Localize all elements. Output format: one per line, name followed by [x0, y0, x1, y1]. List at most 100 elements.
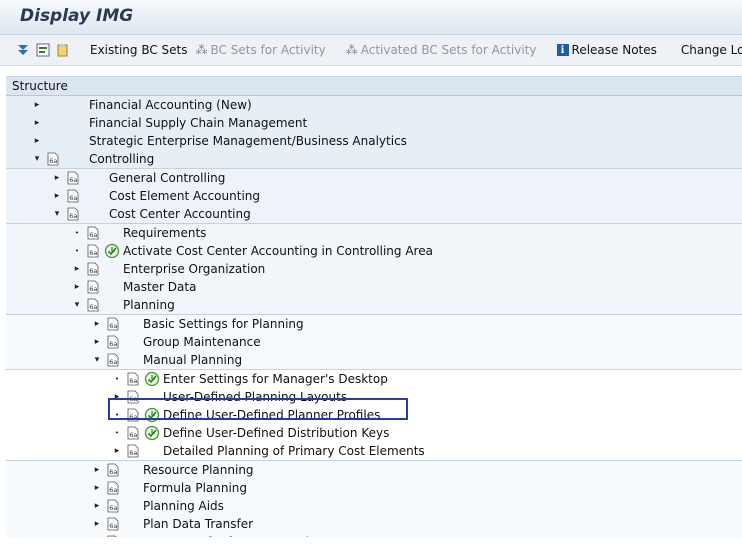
triangle-right-icon[interactable]: ▸ [112, 388, 122, 406]
tree-node-label[interactable]: Data Transfer from External Systems [143, 533, 364, 537]
triangle-right-icon[interactable]: ▸ [92, 461, 102, 479]
img-doc-icon[interactable]: 6a [46, 152, 60, 166]
tree-node[interactable]: ▸ 6a Enterprise Organization [6, 260, 742, 278]
img-doc-icon[interactable]: 6a [106, 335, 120, 349]
img-doc-icon[interactable]: 6a [126, 390, 140, 404]
tree-node-label[interactable]: General Controlling [109, 169, 225, 187]
tree-node-label[interactable]: Enterprise Organization [123, 260, 265, 278]
existing-bc-sets-button[interactable]: Existing BC Sets [86, 39, 192, 61]
triangle-right-icon[interactable]: ▸ [112, 442, 122, 460]
tree-node-label[interactable]: Cost Center Accounting [109, 205, 251, 223]
img-doc-icon[interactable]: 6a [66, 171, 80, 185]
img-doc-icon[interactable]: 6a [126, 372, 140, 386]
execute-clock-icon[interactable] [144, 425, 160, 441]
tree-node[interactable]: ▸ 6a Planning Aids [6, 497, 742, 515]
triangle-down-icon[interactable]: ▾ [32, 150, 42, 168]
tree-node[interactable]: • 6a Requirements [6, 224, 742, 242]
img-doc-icon[interactable]: 6a [106, 463, 120, 477]
img-doc-icon[interactable]: 6a [106, 481, 120, 495]
tree-node[interactable]: ▸ 6a Resource Planning [6, 461, 742, 479]
tree-node[interactable]: ▸ 6a Formula Planning [6, 479, 742, 497]
triangle-right-icon[interactable]: ▸ [92, 515, 102, 533]
img-doc-icon[interactable]: 6a [126, 444, 140, 458]
img-doc-icon[interactable]: 6a [106, 499, 120, 513]
tree-node-label[interactable]: Plan Data Transfer [143, 515, 253, 533]
triangle-right-icon[interactable]: ▸ [92, 479, 102, 497]
bc-sets-for-activity-button[interactable]: ⁂ BC Sets for Activity [192, 39, 330, 61]
tree-node-label[interactable]: Requirements [123, 224, 206, 242]
tree-node-label[interactable]: Define User-Defined Distribution Keys [163, 424, 389, 442]
triangle-right-icon[interactable]: ▸ [72, 260, 82, 278]
triangle-down-icon[interactable]: ▾ [72, 296, 82, 314]
triangle-down-icon[interactable]: ▾ [92, 351, 102, 369]
img-doc-icon[interactable]: 6a [66, 189, 80, 203]
img-doc-icon[interactable]: 6a [86, 298, 100, 312]
img-doc-icon[interactable]: 6a [86, 262, 100, 276]
tree-node[interactable]: • 6a Define User-Defined Distribution Keys [6, 424, 742, 442]
tree-node-label[interactable]: Strategic Enterprise Management/Business… [89, 132, 407, 150]
tree-node-label[interactable]: Define User-Defined Planner Profiles [163, 406, 380, 424]
tree-node[interactable]: ▸ Financial Supply Chain Management [6, 114, 742, 132]
tree-node[interactable]: ▸ 6a Basic Settings for Planning [6, 315, 742, 333]
img-doc-icon[interactable]: 6a [86, 226, 100, 240]
tree-node[interactable]: ▾ 6a Cost Center Accounting [6, 205, 742, 223]
change-log-button[interactable]: Change Log [677, 39, 742, 61]
img-doc-icon[interactable]: 6a [86, 244, 100, 258]
find-icon[interactable] [36, 42, 50, 58]
tree-node[interactable]: ▸ 6a Cost Element Accounting [6, 187, 742, 205]
tree-node-label[interactable]: Resource Planning [143, 461, 254, 479]
tree-node-label[interactable]: Formula Planning [143, 479, 247, 497]
tree-node-label[interactable]: Activate Cost Center Accounting in Contr… [123, 242, 433, 260]
tree-node-label[interactable]: Group Maintenance [143, 333, 261, 351]
tree-node[interactable]: ▸ 6a General Controlling [6, 169, 742, 187]
tree-node-label[interactable]: Enter Settings for Manager's Desktop [163, 370, 388, 388]
triangle-right-icon[interactable]: ▸ [92, 497, 102, 515]
triangle-right-icon[interactable]: ▸ [72, 278, 82, 296]
tree-node[interactable]: ▸ Financial Accounting (New) [6, 96, 742, 114]
img-doc-icon[interactable]: 6a [106, 317, 120, 331]
tree-node[interactable]: ▸ 6a Master Data [6, 278, 742, 296]
activated-bc-sets-button[interactable]: ⁂ Activated BC Sets for Activity [342, 39, 541, 61]
tree-node-label[interactable]: Planning Aids [143, 497, 224, 515]
triangle-right-icon[interactable]: ▸ [32, 114, 42, 132]
img-doc-icon[interactable]: 6a [66, 207, 80, 221]
tree-node-label[interactable]: User-Defined Planning Layouts [163, 388, 347, 406]
img-doc-icon[interactable]: 6a [106, 517, 120, 531]
tree-node[interactable]: ▸ 6a Detailed Planning of Primary Cost Ele… [6, 442, 742, 460]
tree-node[interactable]: • 6a Data Transfer from External Systems [6, 533, 742, 537]
tree-node-label[interactable]: Master Data [123, 278, 196, 296]
execute-clock-icon[interactable] [144, 371, 160, 387]
triangle-down-icon[interactable]: ▾ [52, 205, 62, 223]
tree-node-label[interactable]: Manual Planning [143, 351, 242, 369]
execute-clock-icon[interactable] [144, 407, 160, 423]
tree-node[interactable]: ▾ 6a Controlling [6, 150, 742, 168]
tree-node-label[interactable]: Controlling [89, 150, 154, 168]
tree-node[interactable]: ▾ 6a Manual Planning [6, 351, 742, 369]
tree-node-label[interactable]: Financial Supply Chain Management [89, 114, 307, 132]
tree-node[interactable]: • 6a Define User-Defined Planner Profiles [6, 406, 742, 424]
expand-all-icon[interactable] [16, 42, 30, 58]
tree-node-label[interactable]: Financial Accounting (New) [89, 96, 252, 114]
img-doc-icon[interactable]: 6a [106, 535, 120, 537]
tree-node-label[interactable]: Planning [123, 296, 175, 314]
tree-node-label[interactable]: Basic Settings for Planning [143, 315, 304, 333]
tree-node-label[interactable]: Detailed Planning of Primary Cost Elemen… [163, 442, 425, 460]
triangle-right-icon[interactable]: ▸ [32, 96, 42, 114]
release-notes-button[interactable]: i Release Notes [553, 39, 661, 61]
triangle-right-icon[interactable]: ▸ [52, 169, 62, 187]
execute-clock-icon[interactable] [104, 243, 120, 259]
tree-node[interactable]: ▸ Strategic Enterprise Management/Busines… [6, 132, 742, 150]
img-doc-icon[interactable]: 6a [106, 353, 120, 367]
tree-node[interactable]: ▸ 6a Plan Data Transfer [6, 515, 742, 533]
img-doc-icon[interactable]: 6a [86, 280, 100, 294]
tree-node[interactable]: • 6a Enter Settings for Manager's Desktop [6, 370, 742, 388]
img-doc-icon[interactable]: 6a [126, 408, 140, 422]
triangle-right-icon[interactable]: ▸ [52, 187, 62, 205]
clipboard-icon[interactable] [56, 42, 70, 58]
tree-node[interactable]: ▾ 6a Planning [6, 296, 742, 314]
tree-node[interactable]: ▸ 6a User-Defined Planning Layouts [6, 388, 742, 406]
tree-node[interactable]: ▸ 6a Group Maintenance [6, 333, 742, 351]
tree-node[interactable]: • 6a Activate Cost Center Accounting in Co… [6, 242, 742, 260]
img-doc-icon[interactable]: 6a [126, 426, 140, 440]
triangle-right-icon[interactable]: ▸ [92, 315, 102, 333]
